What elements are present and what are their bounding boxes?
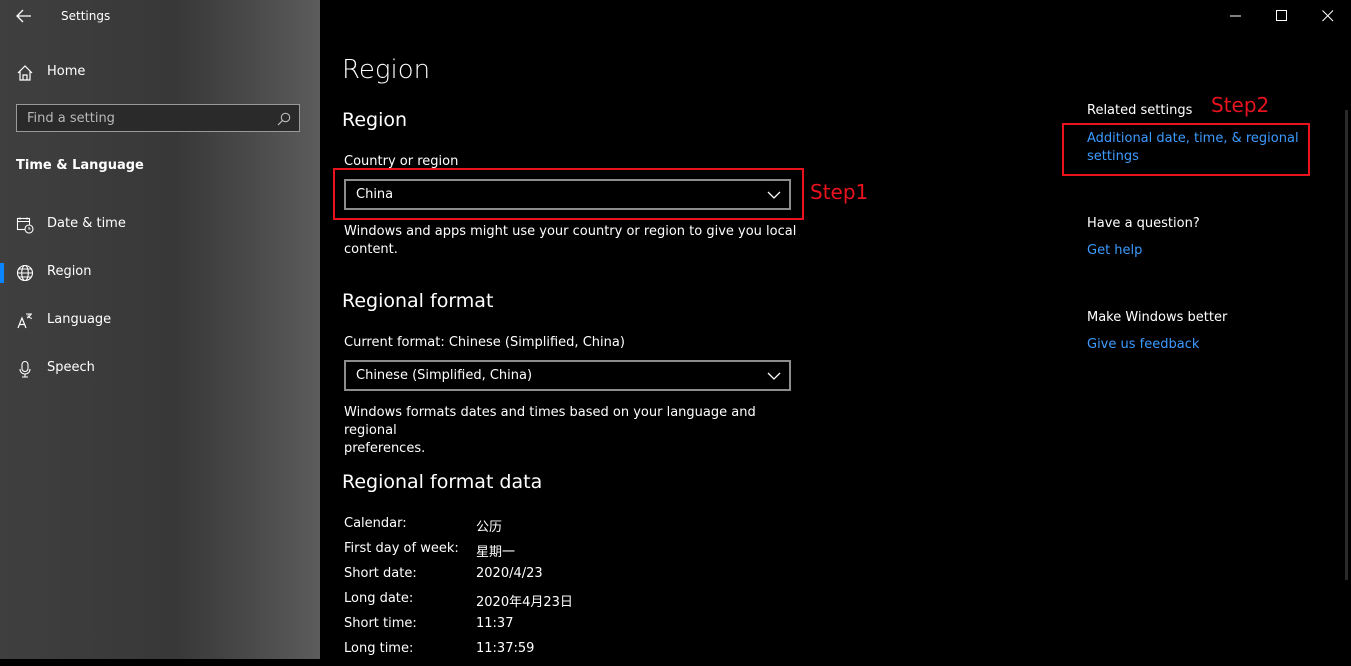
description-line: preferences.: [344, 441, 426, 456]
format-data-key: Short time:: [344, 616, 417, 631]
close-button[interactable]: [1306, 0, 1351, 32]
description-line: Windows and apps might use your country …: [344, 224, 797, 239]
close-icon: [1322, 10, 1334, 22]
make-windows-better-heading: Make Windows better: [1087, 310, 1228, 325]
format-data-key: Long date:: [344, 591, 414, 606]
give-feedback-link[interactable]: Give us feedback: [1087, 336, 1302, 354]
format-data-row: Calendar: 公历: [344, 516, 744, 541]
sidebar-item-home[interactable]: Home: [0, 53, 320, 93]
format-data-row: Long time: 11:37:59: [344, 641, 744, 666]
description-line: content.: [344, 242, 398, 257]
home-icon: [16, 64, 34, 82]
format-data-value: 2020年4月23日: [476, 595, 573, 610]
region-section-heading: Region: [342, 109, 408, 131]
format-data-key: Long time:: [344, 641, 414, 656]
description-line: Windows formats dates and times based on…: [344, 405, 756, 438]
sidebar-item-label: Region: [47, 264, 92, 279]
country-label: Country or region: [344, 154, 459, 169]
maximize-button[interactable]: [1260, 0, 1306, 32]
globe-icon: [16, 264, 34, 282]
related-settings-heading: Related settings: [1087, 103, 1193, 118]
sidebar-item-language[interactable]: Language: [0, 301, 320, 341]
back-button[interactable]: [12, 6, 36, 26]
regional-format-heading: Regional format: [342, 290, 494, 312]
sidebar: Settings Home Find a setting Time & Lang…: [0, 0, 320, 659]
chevron-down-icon: [767, 372, 781, 380]
step2-highlight-box: [1062, 123, 1310, 176]
language-icon: [16, 312, 34, 330]
step1-label: Step1: [810, 180, 869, 204]
get-help-link[interactable]: Get help: [1087, 242, 1302, 260]
microphone-icon: [16, 360, 34, 378]
format-data-value: 星期一: [476, 545, 516, 560]
minimize-button[interactable]: [1214, 0, 1260, 32]
maximize-icon: [1276, 10, 1287, 21]
app-title: Settings: [61, 9, 111, 23]
sidebar-section-title: Time & Language: [16, 158, 144, 173]
scrollbar[interactable]: [1345, 110, 1348, 580]
format-data-value: 公历: [476, 520, 503, 535]
format-value: Chinese (Simplified, China): [356, 368, 533, 383]
sidebar-item-label: Home: [47, 64, 86, 79]
format-data-key: Calendar:: [344, 516, 407, 531]
format-data-value: 11:37:59: [476, 641, 535, 656]
sidebar-item-label: Language: [47, 312, 112, 327]
calendar-clock-icon: [16, 216, 34, 234]
back-arrow-icon: [16, 9, 31, 23]
format-data-row: First day of week: 星期一: [344, 541, 744, 566]
search-input[interactable]: Find a setting: [16, 104, 300, 132]
sidebar-item-date-time[interactable]: Date & time: [0, 205, 320, 245]
format-description: Windows formats dates and times based on…: [344, 404, 804, 458]
format-data-row: Short time: 11:37: [344, 616, 744, 641]
format-data-key: First day of week:: [344, 541, 459, 556]
format-data-row: Short date: 2020/4/23: [344, 566, 744, 591]
sidebar-item-region[interactable]: Region: [0, 253, 320, 293]
page-title: Region: [342, 55, 431, 85]
sidebar-item-speech[interactable]: Speech: [0, 349, 320, 389]
have-question-heading: Have a question?: [1087, 216, 1200, 231]
step1-highlight-box: [333, 168, 804, 220]
regional-format-data-heading: Regional format data: [342, 471, 543, 493]
format-data-value: 2020/4/23: [476, 566, 543, 581]
format-data-key: Short date:: [344, 566, 417, 581]
format-data-row: Long date: 2020年4月23日: [344, 591, 744, 616]
minimize-icon: [1230, 15, 1241, 17]
format-data-value: 11:37: [476, 616, 514, 631]
step2-label: Step2: [1211, 93, 1270, 117]
current-format-label: Current format: Chinese (Simplified, Chi…: [344, 335, 625, 350]
search-icon[interactable]: [277, 111, 291, 126]
country-description: Windows and apps might use your country …: [344, 223, 804, 259]
sidebar-item-label: Speech: [47, 360, 95, 375]
sidebar-item-label: Date & time: [47, 216, 126, 231]
search-placeholder: Find a setting: [27, 111, 115, 126]
regional-format-dropdown[interactable]: Chinese (Simplified, China): [344, 360, 791, 391]
